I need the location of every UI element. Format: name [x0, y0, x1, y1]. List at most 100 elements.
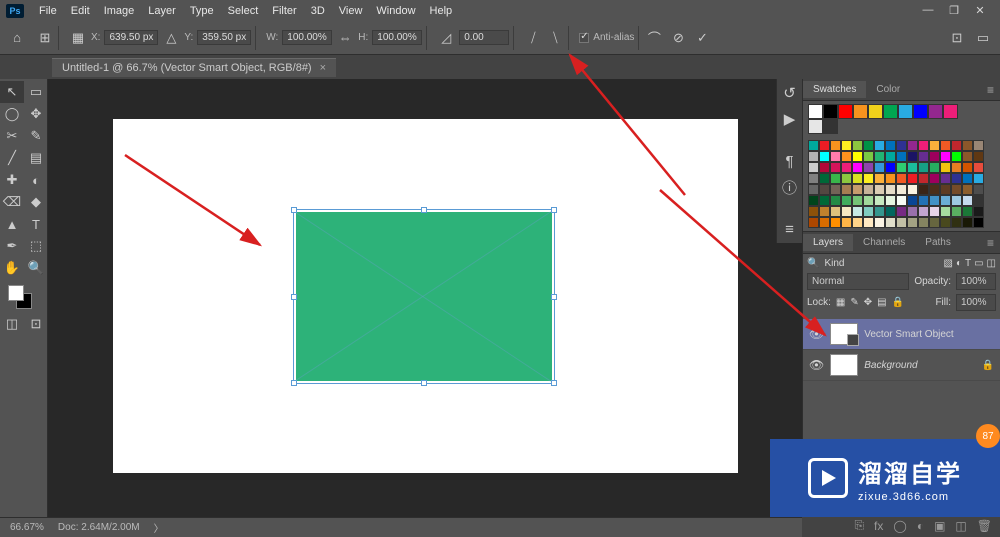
opacity-value[interactable]: 100% [956, 273, 996, 290]
swatch[interactable] [918, 184, 929, 195]
tool-0[interactable]: ↖ [0, 81, 24, 103]
swatch[interactable] [841, 195, 852, 206]
window-restore-icon[interactable]: ❐ [946, 4, 962, 17]
swatch[interactable] [874, 151, 885, 162]
panel-menu-icon[interactable]: ≡ [987, 83, 994, 97]
swatch[interactable] [885, 184, 896, 195]
zoom-level[interactable]: 66.67% [10, 522, 44, 533]
transform-ref-icon[interactable]: ⊞ [36, 29, 54, 47]
swatch[interactable] [929, 140, 940, 151]
filter-type-icon[interactable]: T [965, 258, 971, 269]
swatch[interactable] [852, 151, 863, 162]
fill-value[interactable]: 100% [956, 294, 996, 311]
swatch[interactable] [962, 151, 973, 162]
swatch[interactable] [896, 162, 907, 173]
swatch[interactable] [962, 206, 973, 217]
swatch[interactable] [863, 206, 874, 217]
menu-view[interactable]: View [332, 5, 370, 17]
swatch[interactable] [808, 140, 819, 151]
swatch[interactable] [918, 173, 929, 184]
home-icon[interactable]: ⌂ [8, 29, 26, 47]
swatch[interactable] [852, 173, 863, 184]
tool-1[interactable]: ▭ [24, 81, 48, 103]
swatch[interactable] [973, 195, 984, 206]
tab-swatches[interactable]: Swatches [803, 81, 866, 98]
swatch[interactable] [962, 173, 973, 184]
tool-7[interactable]: ▤ [24, 147, 48, 169]
lock-transparent-icon[interactable]: ▦ [836, 297, 845, 308]
tool-10[interactable]: ⌫ [0, 191, 24, 213]
adjustment-layer-icon[interactable]: ◐ [917, 519, 924, 533]
tool-14[interactable]: ✒ [0, 235, 24, 257]
y-value[interactable]: 359.50 px [197, 30, 251, 45]
workspace-icon[interactable]: ▭ [974, 29, 992, 47]
swatch[interactable] [819, 162, 830, 173]
swatch[interactable] [973, 151, 984, 162]
swatch[interactable] [830, 151, 841, 162]
swatch[interactable] [940, 195, 951, 206]
swatch[interactable] [973, 206, 984, 217]
close-tab-icon[interactable]: × [320, 62, 326, 74]
screen-mode-icon[interactable]: ⊡ [24, 313, 48, 335]
visibility-icon[interactable]: 👁 [809, 327, 824, 341]
swatch[interactable] [885, 140, 896, 151]
swatch[interactable] [896, 195, 907, 206]
swatch[interactable] [940, 173, 951, 184]
swatch[interactable] [852, 195, 863, 206]
swatch[interactable] [808, 162, 819, 173]
anchor-icon[interactable]: ▦ [69, 29, 87, 47]
swatch[interactable] [907, 195, 918, 206]
canvas-area[interactable] [48, 79, 802, 517]
status-arrow-icon[interactable]: 〉 [154, 520, 164, 535]
swatch[interactable] [973, 162, 984, 173]
swatch[interactable] [874, 173, 885, 184]
tab-color[interactable]: Color [866, 81, 910, 98]
swatch[interactable] [940, 151, 951, 162]
swatch[interactable] [863, 162, 874, 173]
swatch[interactable] [913, 104, 928, 119]
swatch[interactable] [841, 184, 852, 195]
document-tab[interactable]: Untitled-1 @ 66.7% (Vector Smart Object,… [52, 58, 336, 77]
swatch[interactable] [929, 162, 940, 173]
cancel-transform-icon[interactable]: ⊘ [669, 29, 687, 47]
menu-select[interactable]: Select [221, 5, 266, 17]
quick-mask-icon[interactable]: ◫ [0, 313, 24, 335]
info-icon[interactable]: ⓘ [780, 177, 800, 197]
swatch[interactable] [808, 104, 823, 119]
filter-shape-icon[interactable]: ▭ [974, 258, 983, 269]
swatch[interactable] [962, 184, 973, 195]
lock-artboard-icon[interactable]: ▤ [877, 297, 886, 308]
swatch[interactable] [874, 140, 885, 151]
swatch[interactable] [929, 206, 940, 217]
tool-2[interactable]: ◯ [0, 103, 24, 125]
swatch[interactable] [852, 140, 863, 151]
swatch[interactable] [907, 173, 918, 184]
layer-background[interactable]: 👁Background🔒 [803, 350, 1000, 381]
swatch[interactable] [868, 104, 883, 119]
swatch[interactable] [830, 173, 841, 184]
tool-6[interactable]: ╱ [0, 147, 24, 169]
warp-icon[interactable]: ⌒ [645, 29, 663, 47]
tool-8[interactable]: ✚ [0, 169, 24, 191]
swatch[interactable] [863, 195, 874, 206]
swatch[interactable] [951, 140, 962, 151]
rotation-value[interactable]: 0.00 [459, 30, 509, 45]
swatch[interactable] [896, 140, 907, 151]
lock-all-icon[interactable]: 🔒 [892, 297, 904, 308]
menu-help[interactable]: Help [423, 5, 460, 17]
filter-pixel-icon[interactable]: ▧ [943, 258, 952, 269]
swatch[interactable] [929, 173, 940, 184]
tool-15[interactable]: ⬚ [24, 235, 48, 257]
panel-menu-icon[interactable]: ≡ [987, 236, 994, 250]
link-xy-icon[interactable]: △ [162, 29, 180, 47]
swatch[interactable] [962, 140, 973, 151]
swatch[interactable] [962, 217, 973, 228]
swatch[interactable] [885, 195, 896, 206]
swatch[interactable] [918, 195, 929, 206]
swatch[interactable] [853, 104, 868, 119]
swatch[interactable] [929, 195, 940, 206]
paragraph-icon[interactable]: ≡ [780, 219, 800, 239]
swatch[interactable] [841, 151, 852, 162]
swatch[interactable] [929, 217, 940, 228]
swatch[interactable] [808, 195, 819, 206]
